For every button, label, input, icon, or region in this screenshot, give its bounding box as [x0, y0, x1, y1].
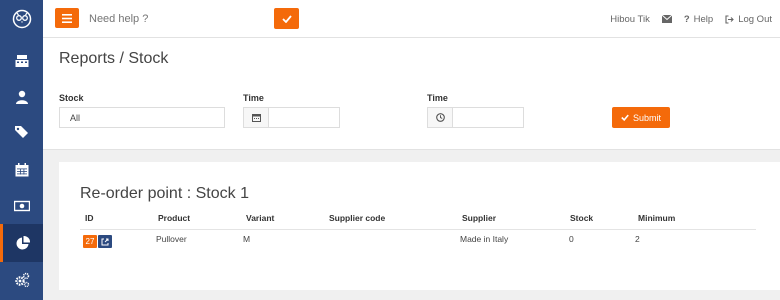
- top-right-menu: Hibou Tik ? Help Log Out: [610, 0, 772, 38]
- top-bar: Hibou Tik ? Help Log Out: [43, 0, 780, 38]
- sidebar-item-calendar[interactable]: [0, 151, 43, 189]
- column-header-supplier-code: Supplier code: [329, 213, 386, 223]
- column-header-stock: Stock: [570, 213, 594, 223]
- help-link[interactable]: ? Help: [684, 14, 713, 25]
- calendar-icon: [15, 163, 28, 177]
- time-to-addon: [427, 107, 453, 128]
- report-title: Re-order point : Stock 1: [80, 185, 249, 202]
- column-header-product: Product: [158, 213, 191, 223]
- page-header: Reports / Stock: [43, 38, 780, 83]
- sidebar-item-products[interactable]: [0, 113, 43, 151]
- owl-logo-icon[interactable]: [0, 0, 43, 37]
- sign-out-icon: [725, 14, 734, 24]
- column-header-minimum: Minimum: [638, 213, 676, 223]
- tags-icon: [14, 126, 28, 138]
- time-to-label: Time: [427, 93, 448, 103]
- sidebar: [0, 0, 43, 300]
- money-icon: [13, 200, 30, 212]
- calendar-icon: [251, 114, 261, 122]
- submit-label: Submit: [632, 112, 661, 123]
- column-header-id: ID: [85, 213, 94, 223]
- cell-product: Pullover: [156, 234, 187, 244]
- submit-button[interactable]: Submit: [612, 107, 670, 128]
- cell-stock: 0: [569, 234, 574, 244]
- help-label: Help: [693, 13, 714, 25]
- hamburger-icon: [62, 13, 72, 23]
- report-filters: Stock All Time Time Submit: [43, 83, 780, 150]
- time-from-input[interactable]: [268, 107, 340, 128]
- help-search-input[interactable]: [89, 6, 269, 32]
- logout-link[interactable]: Log Out: [725, 14, 772, 25]
- help-submit-button[interactable]: [274, 8, 299, 29]
- column-header-supplier: Supplier: [462, 213, 497, 223]
- cash-register-icon: [15, 55, 28, 67]
- envelope-icon: [661, 15, 672, 23]
- messages-button[interactable]: [661, 15, 672, 23]
- check-icon: [281, 14, 292, 23]
- sidebar-item-register[interactable]: [0, 42, 43, 80]
- open-product-button[interactable]: [98, 235, 112, 248]
- column-header-variant: Variant: [246, 213, 275, 223]
- table-divider: [80, 229, 756, 230]
- user-name[interactable]: Hibou Tik: [610, 14, 650, 25]
- cell-supplier: Made in Italy: [460, 234, 509, 244]
- sidebar-item-cash[interactable]: [0, 187, 43, 225]
- sidebar-item-users[interactable]: [0, 78, 43, 116]
- time-to-input[interactable]: [452, 107, 524, 128]
- time-from-label: Time: [243, 93, 264, 103]
- stock-select[interactable]: All: [59, 107, 225, 128]
- question-icon: ?: [683, 13, 690, 25]
- check-icon: [621, 114, 629, 121]
- stock-label: Stock: [59, 93, 84, 103]
- pie-chart-icon: [16, 235, 31, 250]
- page-title: Reports / Stock: [59, 50, 169, 67]
- clock-icon: [435, 113, 445, 122]
- cogs-icon: [14, 272, 29, 288]
- logout-label: Log Out: [738, 13, 772, 25]
- product-id-badge[interactable]: 27: [83, 235, 97, 248]
- cell-minimum: 2: [635, 234, 640, 244]
- menu-toggle-button[interactable]: [55, 8, 79, 28]
- sidebar-item-settings[interactable]: [0, 261, 43, 299]
- cell-variant: M: [243, 234, 251, 244]
- sidebar-item-reports[interactable]: [0, 224, 43, 262]
- external-link-icon: [101, 238, 109, 245]
- time-from-addon: [243, 107, 269, 128]
- user-icon: [15, 90, 28, 104]
- report-card: Re-order point : Stock 1 ID Product Vari…: [59, 162, 780, 290]
